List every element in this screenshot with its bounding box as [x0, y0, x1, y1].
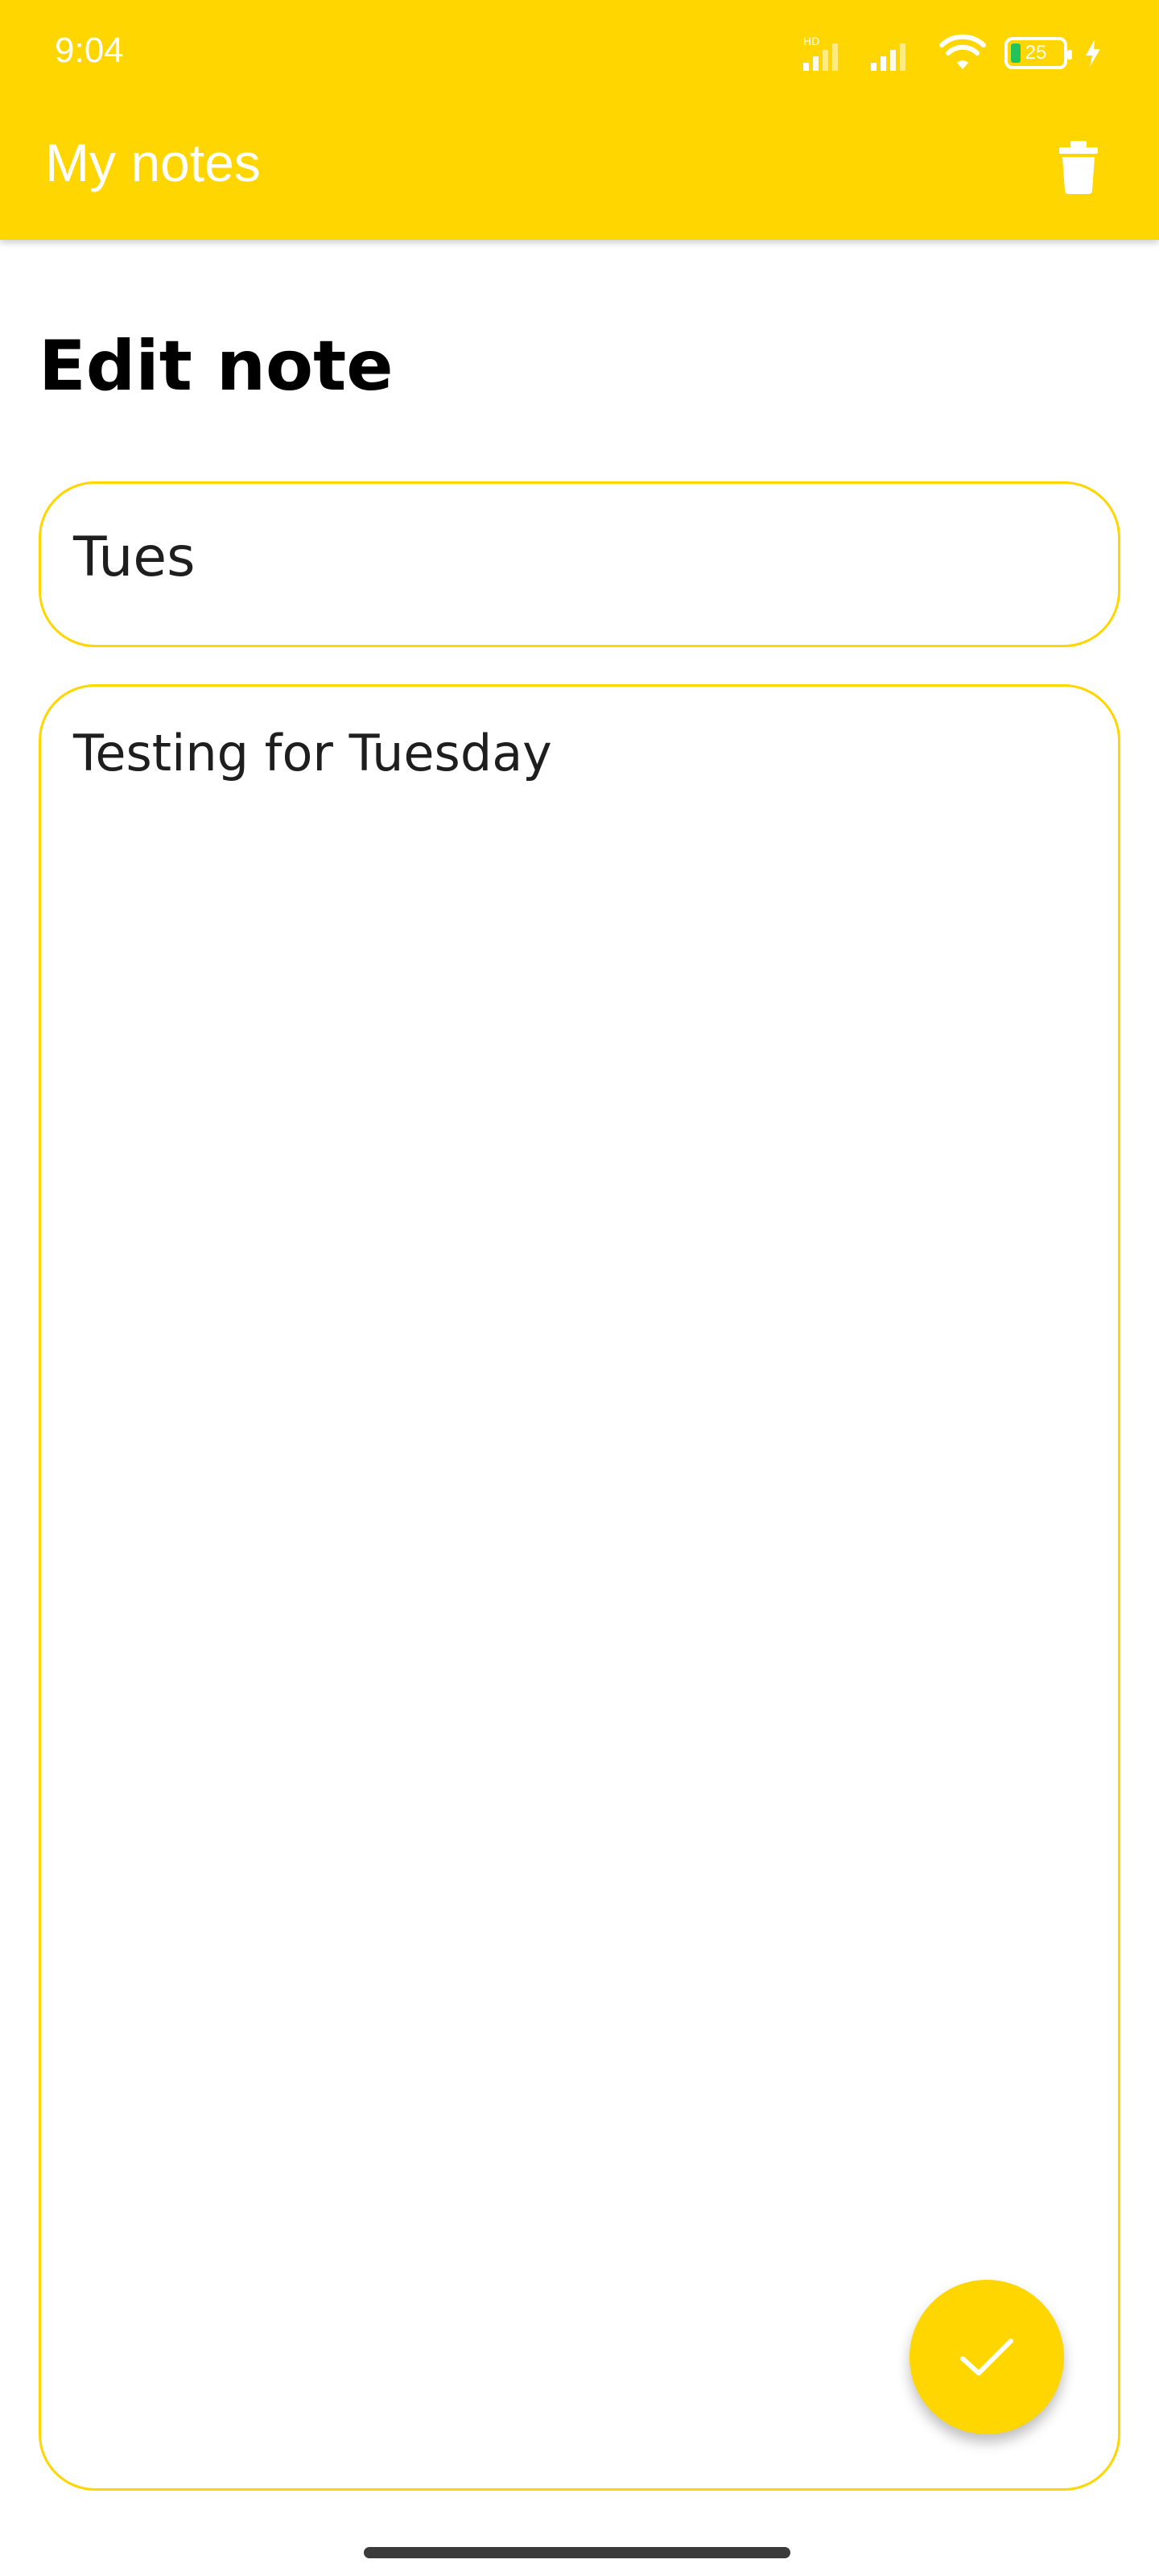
- network-label: HD: [803, 35, 819, 47]
- wifi-icon: [939, 34, 986, 69]
- page-title: Edit note: [39, 326, 394, 407]
- check-icon: [960, 2339, 1013, 2376]
- note-title-input[interactable]: Tues: [39, 481, 1120, 647]
- signal-icon: [871, 43, 905, 71]
- app-top-bar: 9:04 HD 25 My notes: [0, 0, 1159, 240]
- note-body-input[interactable]: Testing for Tuesday: [39, 684, 1120, 2491]
- home-indicator[interactable]: [364, 2547, 790, 2558]
- note-body-value: Testing for Tuesday: [73, 724, 552, 782]
- delete-button[interactable]: [1046, 130, 1111, 203]
- battery-percent: 25: [1025, 42, 1047, 64]
- status-time: 9:04: [55, 31, 124, 70]
- battery-fill: [1011, 43, 1021, 63]
- app-title: My notes: [45, 133, 261, 192]
- toolbar: My notes: [0, 106, 1159, 240]
- status-icons: HD 25: [802, 29, 1103, 77]
- note-title-value: Tues: [73, 526, 196, 589]
- charging-icon: [1086, 39, 1100, 67]
- save-button[interactable]: [909, 2280, 1064, 2434]
- hd-signal-icon: HD: [803, 35, 838, 71]
- trash-icon: [1059, 141, 1098, 194]
- status-bar: 9:04 HD 25: [0, 0, 1159, 106]
- battery-icon: 25: [1004, 37, 1072, 69]
